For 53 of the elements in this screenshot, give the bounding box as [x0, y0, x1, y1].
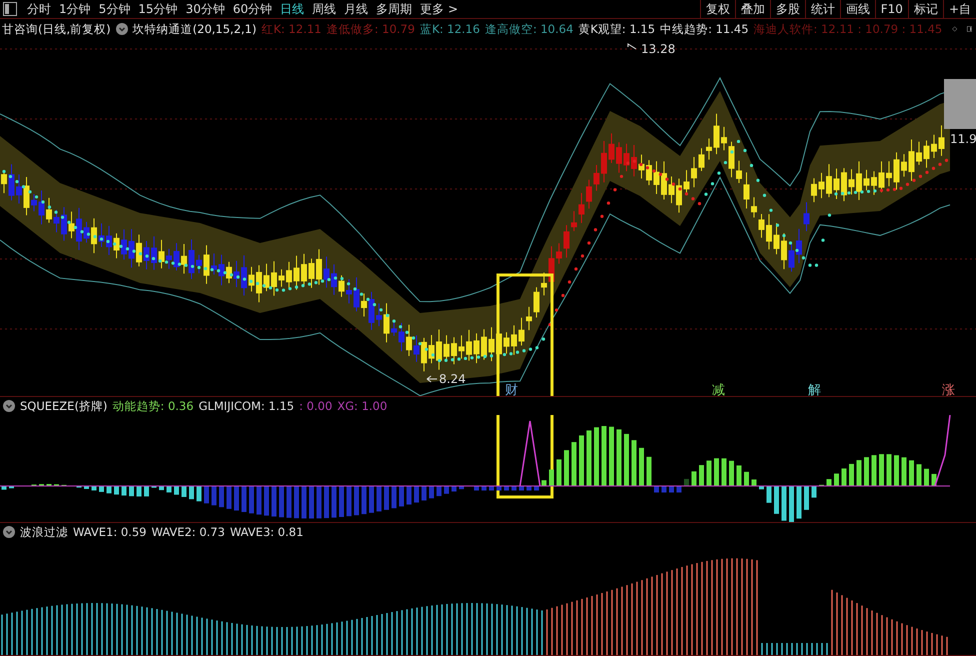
indicator-value: WAVE2: 0.73	[151, 525, 225, 539]
toolbar-button[interactable]: 复权	[700, 0, 735, 18]
indicator-title: SQUEEZE(挤牌)	[20, 398, 108, 414]
toolbar-button[interactable]: 叠加	[734, 0, 770, 18]
toolbar-button[interactable]: 画线	[840, 0, 875, 18]
indicator-value: 黄K观望: 1.15	[578, 22, 656, 36]
indicator-value: 逢低做多: 10.79	[326, 22, 415, 36]
indicator-value: GLMIJICOM: 1.15	[198, 399, 294, 413]
signal-label: 减	[712, 383, 725, 396]
indicator-title: 波浪过滤	[20, 524, 68, 540]
signal-label: 涨	[942, 383, 955, 396]
toolbar-button[interactable]: 统计	[804, 0, 840, 18]
timeframe-tab[interactable]: 日线	[276, 0, 308, 18]
last-price-label: 11.9	[950, 132, 976, 146]
indicator-value: XG: 1.00	[337, 399, 388, 413]
timeframe-tab[interactable]: 周线	[308, 0, 340, 18]
indicator-value: 中线趋势: 11.45	[660, 22, 749, 36]
toolbar-button[interactable]: +自	[942, 0, 976, 18]
timeframe-tab[interactable]: 15分钟	[134, 0, 182, 18]
indicator-value: WAVE3: 0.81	[230, 525, 304, 539]
chevron-icon[interactable]	[116, 23, 128, 35]
timeframe-tab[interactable]: 5分钟	[94, 0, 134, 18]
indicator-value: : 0.00	[299, 399, 332, 413]
indicator-title: 坎特纳通道(20,15,2,1)	[132, 22, 256, 36]
panel-toggle-icon[interactable]	[3, 2, 17, 16]
low-price-label: 8.24	[439, 372, 466, 386]
toolbar-button[interactable]: 标记	[908, 0, 943, 18]
stock-title: 甘咨询(日线,前复权)	[2, 22, 111, 36]
indicator-value: WAVE1: 0.59	[73, 525, 146, 539]
timeframe-tab[interactable]: 60分钟	[228, 0, 276, 18]
window-icon[interactable]	[966, 23, 972, 35]
chevron-icon[interactable]	[3, 526, 15, 538]
arrow-icon	[426, 376, 438, 382]
signal-label: 财	[505, 383, 518, 396]
timeframe-tab[interactable]: 更多 >	[416, 0, 462, 18]
timeframe-tab[interactable]: 分时	[23, 0, 55, 18]
toolbar-button[interactable]: F10	[874, 0, 908, 18]
timeframe-tab[interactable]: 1分钟	[55, 0, 95, 18]
indicator-value: 逢高做空: 10.64	[484, 22, 574, 36]
toolbar-button[interactable]: 多股	[770, 0, 805, 18]
signal-label: 解	[808, 383, 821, 396]
indicator-value: 蓝K: 12.16	[420, 22, 480, 36]
timeframe-tab[interactable]: 月线	[340, 0, 372, 18]
chevron-icon[interactable]	[3, 400, 15, 412]
timeframe-tab[interactable]: 30分钟	[182, 0, 229, 18]
indicator-value: 海迪人软件: 12.11 : 10.79 : 11.45	[754, 22, 942, 36]
price-tag	[944, 79, 976, 129]
spike-line	[934, 415, 951, 486]
indicator-value: 红K: 12.11	[261, 22, 322, 36]
spike-line	[519, 420, 541, 486]
timeframe-tab[interactable]: 多周期	[372, 0, 416, 18]
high-price-label: 13.28	[641, 42, 676, 56]
indicator-value: 动能趋势: 0.36	[112, 398, 194, 414]
